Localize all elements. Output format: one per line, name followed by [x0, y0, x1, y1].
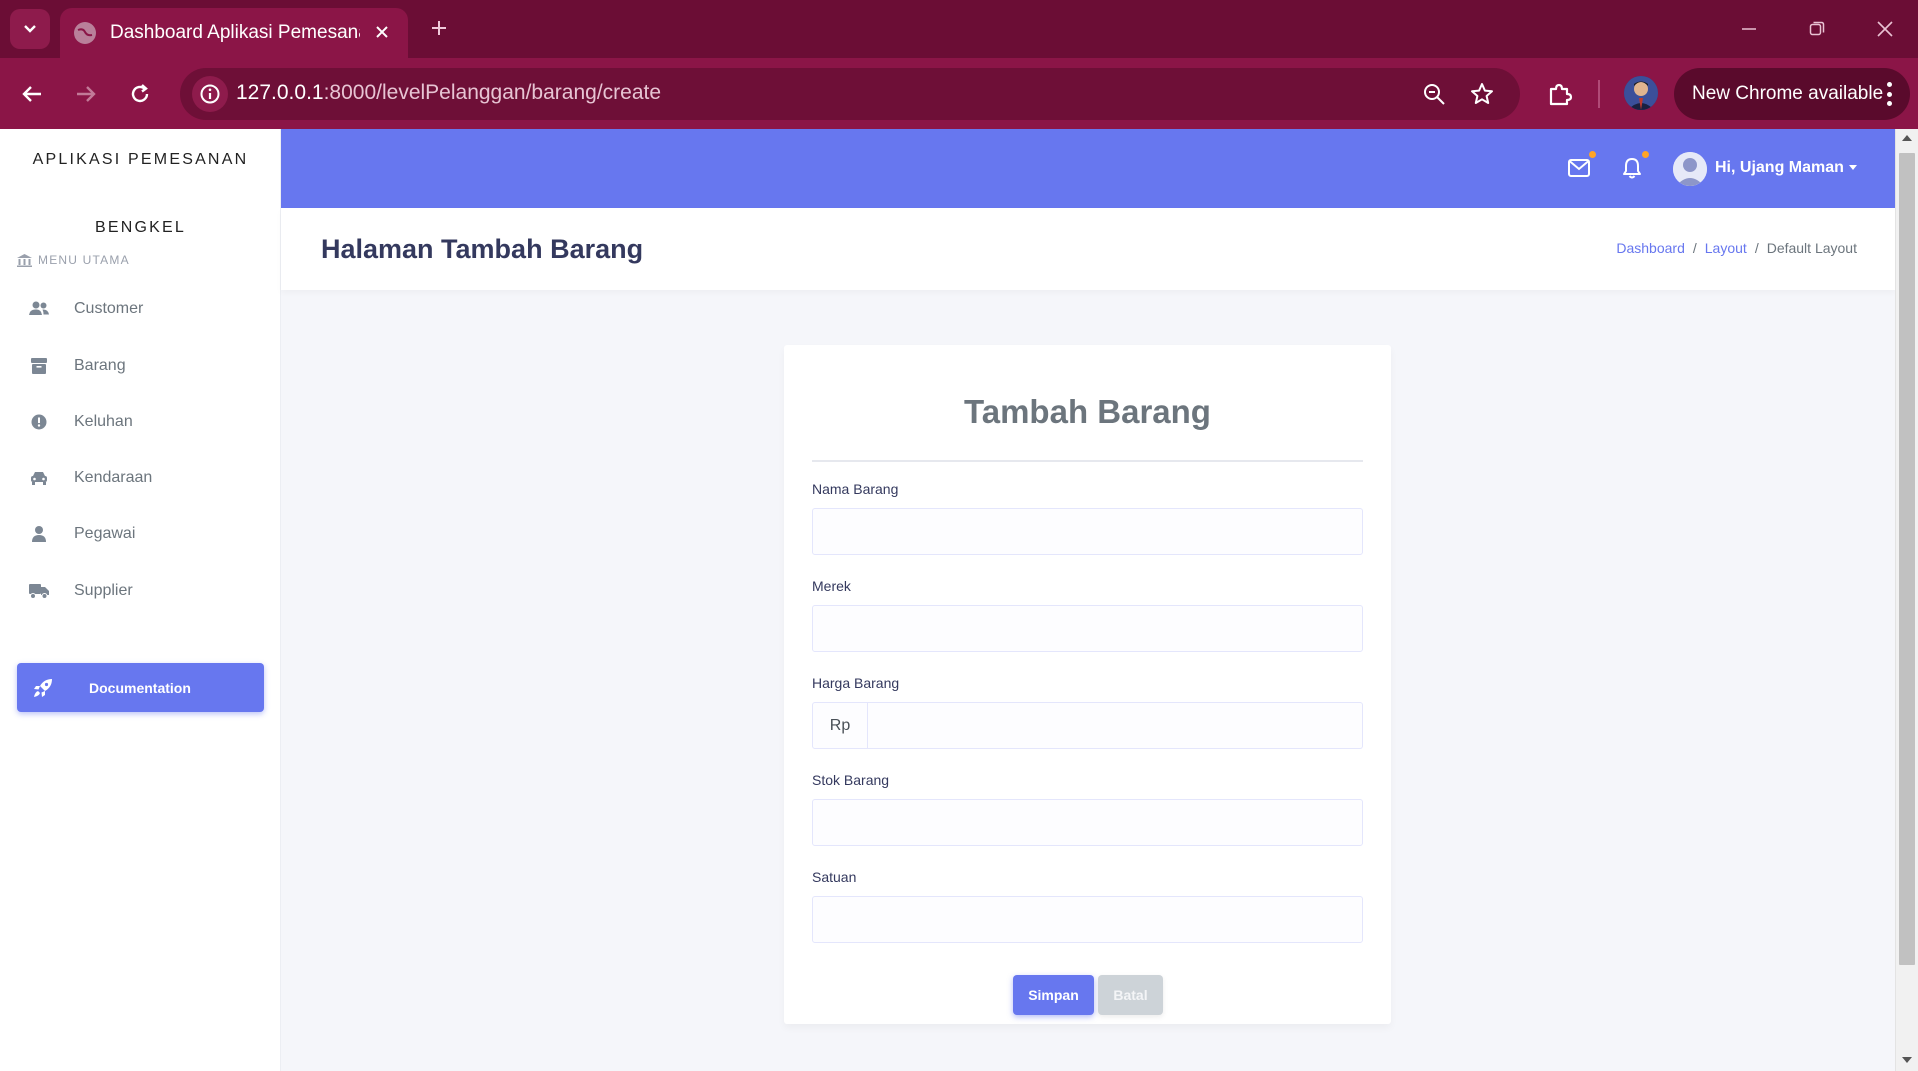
forward-icon[interactable]: [68, 76, 104, 112]
menu-header-label: MENU UTAMA: [38, 253, 130, 267]
restore-icon[interactable]: [1802, 14, 1832, 44]
new-tab-icon[interactable]: [424, 13, 454, 43]
nama-barang-input[interactable]: [812, 508, 1363, 555]
scroll-up-arrow-icon[interactable]: [1902, 135, 1912, 141]
truck-icon: [28, 580, 50, 602]
add-item-card: Tambah Barang Nama Barang Merek Harga Ba…: [784, 345, 1391, 1024]
scroll-down-arrow-icon[interactable]: [1902, 1057, 1912, 1063]
reload-icon[interactable]: [122, 76, 158, 112]
save-button[interactable]: Simpan: [1013, 975, 1094, 1015]
tab-title: Dashboard Aplikasi Pemesanan: [110, 22, 360, 43]
zoom-icon[interactable]: [1418, 78, 1450, 110]
globe-icon: [74, 22, 96, 44]
sidebar-item-keluhan[interactable]: Keluhan: [0, 400, 281, 444]
tab-strip: Dashboard Aplikasi Pemesanan: [0, 0, 1918, 58]
stok-barang-label: Stok Barang: [812, 772, 890, 788]
scrollbar-thumb[interactable]: [1899, 153, 1915, 965]
minimize-icon[interactable]: [1734, 14, 1764, 44]
sidebar-item-pegawai[interactable]: Pegawai: [0, 512, 281, 556]
sidebar-item-customer[interactable]: Customer: [0, 287, 281, 331]
breadcrumb-layout[interactable]: Layout: [1705, 240, 1747, 256]
sidebar-item-label: Kendaraan: [74, 469, 153, 486]
user-icon: [28, 523, 50, 545]
documentation-label: Documentation: [89, 679, 191, 696]
url-text: 127.0.0.1:8000/levelPelanggan/barang/cre…: [236, 81, 661, 105]
kebab-menu-icon[interactable]: [1886, 82, 1892, 106]
breadcrumb-dashboard[interactable]: Dashboard: [1616, 240, 1685, 256]
tab-search-button[interactable]: [10, 9, 50, 49]
card-title: Tambah Barang: [964, 393, 1211, 430]
page-title: Halaman Tambah Barang: [321, 234, 644, 264]
update-label: New Chrome available: [1692, 83, 1884, 104]
sidebar-item-supplier[interactable]: Supplier: [0, 569, 281, 613]
avatar[interactable]: [1673, 152, 1707, 186]
nama-barang-label: Nama Barang: [812, 481, 899, 497]
harga-barang-input[interactable]: [868, 702, 1363, 749]
stok-barang-input[interactable]: [812, 799, 1363, 846]
sidebar-item-kendaraan[interactable]: Kendaraan: [0, 456, 281, 500]
page-viewport: APLIKASI PEMESANAN BENGKEL MENU UTAMA Cu…: [0, 129, 1918, 1071]
harga-barang-label: Harga Barang: [812, 675, 900, 691]
envelope-icon[interactable]: [1566, 151, 1596, 181]
notification-badge: [1642, 151, 1649, 158]
url-host: 127.0.0.1: [236, 81, 324, 104]
active-tab[interactable]: Dashboard Aplikasi Pemesanan: [60, 8, 408, 58]
address-bar[interactable]: 127.0.0.1:8000/levelPelanggan/barang/cre…: [180, 68, 1520, 120]
sidebar-item-label: Supplier: [74, 582, 133, 599]
caret-down-icon[interactable]: [1849, 165, 1857, 170]
browser-chrome: Dashboard Aplikasi Pemesanan 127.0.0.1:8…: [0, 0, 1918, 129]
back-icon[interactable]: [14, 76, 50, 112]
satuan-input[interactable]: [812, 896, 1363, 943]
chevron-down-icon: [24, 25, 36, 33]
site-info-icon[interactable]: [192, 76, 228, 112]
top-navbar: Hi, Ujang Maman: [281, 129, 1895, 208]
sidebar: APLIKASI PEMESANAN BENGKEL MENU UTAMA Cu…: [0, 129, 281, 1071]
menu-header: MENU UTAMA: [17, 253, 130, 267]
users-icon: [28, 298, 50, 320]
satuan-label: Satuan: [812, 869, 857, 885]
bank-icon: [17, 253, 32, 267]
url-path: :8000/levelPelanggan/barang/create: [323, 81, 662, 104]
close-tab-icon[interactable]: [370, 20, 394, 44]
rocket-icon: [34, 678, 52, 697]
sidebar-brand-sub[interactable]: BENGKEL: [0, 219, 281, 237]
bell-icon[interactable]: [1619, 151, 1649, 181]
extensions-icon[interactable]: [1542, 76, 1578, 112]
breadcrumb-separator: /: [1754, 240, 1759, 256]
merek-input[interactable]: [812, 605, 1363, 652]
breadcrumb-separator: /: [1692, 240, 1697, 256]
merek-label: Merek: [812, 578, 851, 594]
card-divider: [812, 460, 1363, 462]
message-badge: [1589, 151, 1596, 158]
breadcrumb-current: Default Layout: [1766, 240, 1857, 256]
close-window-icon[interactable]: [1870, 14, 1900, 44]
browser-toolbar: 127.0.0.1:8000/levelPelanggan/barang/cre…: [0, 58, 1918, 129]
sidebar-item-label: Keluhan: [74, 413, 133, 430]
bookmark-star-icon[interactable]: [1466, 78, 1498, 110]
section-header: Halaman Tambah Barang Dashboard / Layout…: [281, 208, 1895, 290]
exclamation-icon: [28, 411, 50, 433]
chrome-update-button[interactable]: New Chrome available: [1674, 68, 1910, 120]
toolbar-separator: [1598, 80, 1600, 108]
sidebar-brand[interactable]: APLIKASI PEMESANAN: [0, 151, 281, 169]
currency-prefix: Rp: [812, 702, 868, 749]
documentation-button[interactable]: Documentation: [17, 663, 264, 712]
car-icon: [28, 467, 50, 489]
box-icon: [28, 355, 50, 377]
sidebar-item-label: Pegawai: [74, 525, 136, 542]
page-scrollbar[interactable]: [1895, 129, 1918, 1071]
profile-avatar[interactable]: [1624, 76, 1658, 110]
breadcrumb: Dashboard / Layout / Default Layout: [1616, 240, 1857, 256]
sidebar-item-label: Barang: [74, 357, 126, 374]
sidebar-item-label: Customer: [74, 300, 144, 317]
sidebar-item-barang[interactable]: Barang: [0, 344, 281, 388]
user-menu[interactable]: Hi, Ujang Maman: [1715, 159, 1844, 177]
cancel-button[interactable]: Batal: [1098, 975, 1163, 1015]
